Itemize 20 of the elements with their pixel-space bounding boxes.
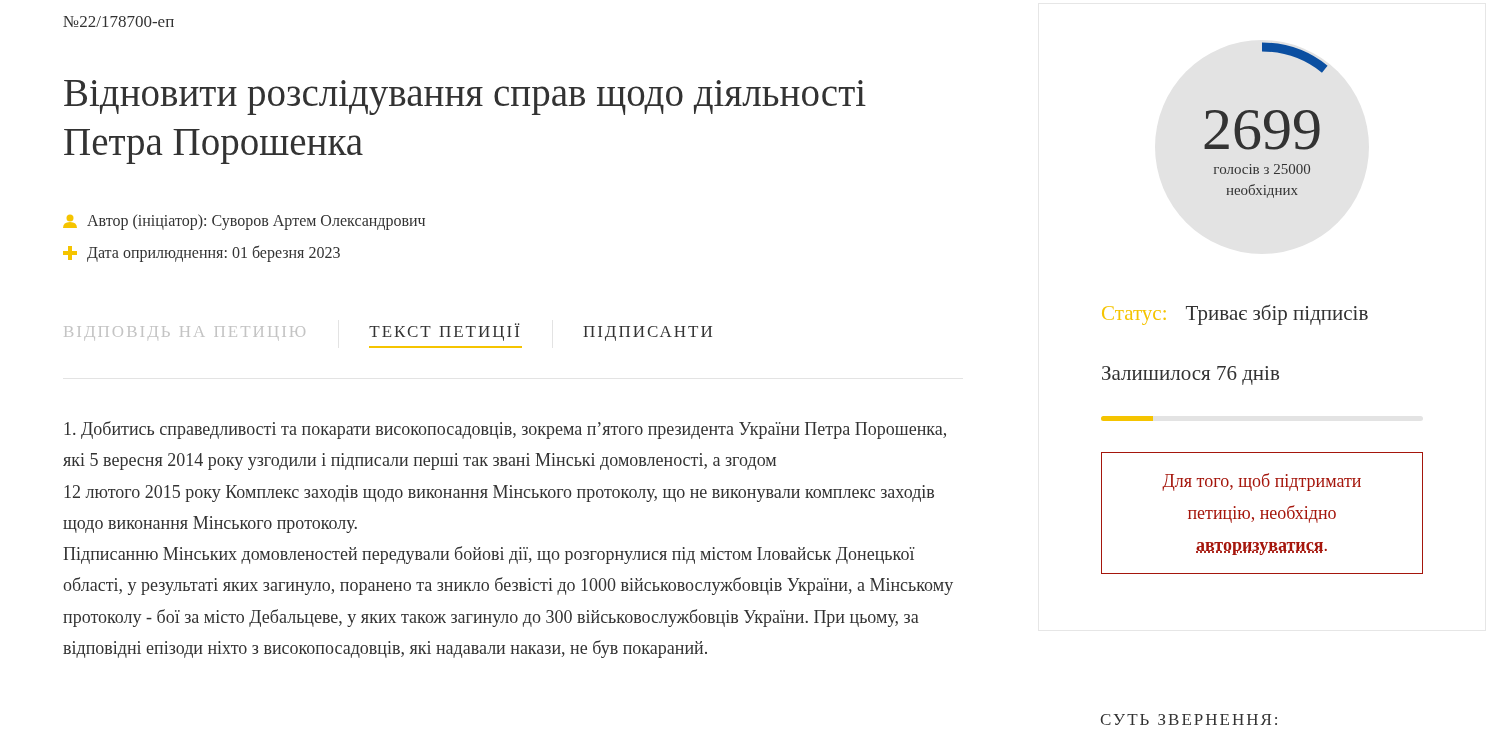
vote-caption: голосів з 25000 необхідних: [1212, 160, 1312, 200]
status-value: Триває збір підписів: [1185, 300, 1369, 326]
section-heading: СУТЬ ЗВЕРНЕННЯ:: [1100, 709, 1282, 731]
plus-icon: [63, 246, 77, 260]
vote-progress-arc: [1261, 42, 1328, 73]
petition-paragraph: 12 лютого 2015 року Комплекс заходів щодо виконання Мінського протоколу, що не виконували комплекс заходів щодо виконання Мінського протоколу.: [63, 480, 936, 535]
days-remaining: Залишилося 76 днів: [1101, 360, 1281, 386]
vote-count: 2699: [1202, 99, 1322, 159]
petition-number: №22/178700-еп: [63, 12, 176, 32]
petition-title: Відновити розслідування справ щодо діяльності Петра Порошенка: [63, 70, 868, 166]
petition-paragraph: Підписанню Мінських домовленостей передували бойові дії, що розгорнулися під містом Іловайськ Донецької області, у результаті яких загинуло, поранено та зникло безвісті до 1000 військовослужбовців України, а Мінському протоколу - бої за місто Дебальцеве, у яких також загинуло до 300 військовослужбовців України. При цьому, за відповідні епізоди ніхто з високопосадовців, які надавали накази, не був покараний.: [63, 543, 955, 661]
login-notice: Для того, щоб підтримати петицію, необхідно авторизуватися.: [1101, 452, 1423, 574]
petition-paragraph: 1. Добитись справедливості та покарати високопосадовців, зокрема п’ятого президента України Петра Порошенка, які 5 вересня 2014 року узгодили і підписали перші так звані Мінські домовленості, а згодом: [63, 418, 949, 473]
author-name: Автор (ініціатор): Суворов Артем Олександрович: [87, 211, 426, 232]
person-icon: [63, 214, 77, 228]
status-label: Статус:: [1101, 300, 1168, 326]
tab[interactable]: ТЕКСТ ПЕТИЦІЇ: [369, 320, 522, 348]
tab[interactable]: ПІДПИСАНТИ: [582, 320, 715, 348]
login-link[interactable]: авторизуватися: [1196, 535, 1324, 555]
publication-date: Дата оприлюднення: 01 березня 2023: [87, 243, 341, 264]
